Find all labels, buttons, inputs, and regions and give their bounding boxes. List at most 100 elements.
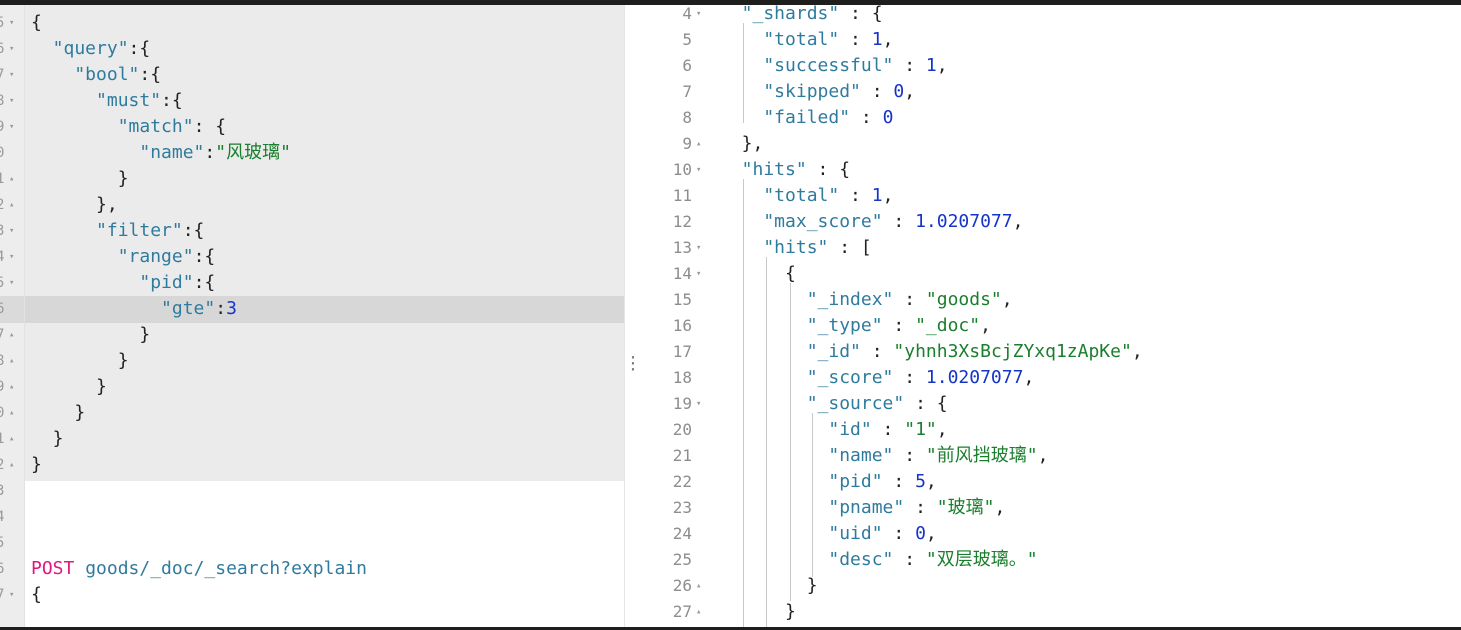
token-pun: }, (720, 133, 764, 154)
token-pun: , (882, 185, 894, 206)
code-text[interactable]: } (31, 322, 150, 348)
request-line[interactable]: 5 ▾ { (0, 10, 624, 36)
fold-collapse-icon[interactable]: ▾ (9, 218, 14, 244)
fold-expand-icon[interactable]: ▴ (696, 573, 701, 599)
token-pun: } (31, 350, 129, 371)
fold-expand-icon[interactable]: ▴ (9, 348, 14, 374)
fold-expand-icon[interactable]: ▴ (696, 131, 701, 157)
code-text[interactable]: "name":"风玻璃" (31, 140, 291, 166)
fold-collapse-icon[interactable]: ▾ (9, 582, 14, 608)
code-text[interactable]: "must":{ (31, 88, 183, 114)
request-editor[interactable]: 5 ▾{6 ▾ "query":{7 ▾ "bool":{8 ▾ "must":{9 ▾ … (0, 5, 624, 627)
line-number: 8 (0, 93, 5, 109)
code-text[interactable]: } (31, 452, 42, 478)
fold-expand-icon[interactable]: ▴ (9, 192, 14, 218)
request-line[interactable]: 6 POST goods/_doc/_search?explain (0, 556, 624, 582)
code-text[interactable]: POST goods/_doc/_search?explain (31, 556, 367, 582)
token-num: 1 (925, 55, 937, 76)
code-text[interactable]: "range":{ (31, 244, 216, 270)
code-text: { (720, 261, 796, 287)
code-text[interactable]: } (31, 374, 107, 400)
code-text[interactable]: "query":{ (31, 36, 151, 62)
fold-collapse-icon[interactable]: ▾ (696, 261, 701, 287)
fold-expand-icon[interactable]: ▴ (9, 374, 14, 400)
pane-resize-divider[interactable] (624, 5, 645, 627)
code-text[interactable]: "bool":{ (31, 62, 161, 88)
fold-collapse-icon[interactable]: ▾ (9, 36, 14, 62)
token-key: "_score" (720, 367, 894, 388)
token-pun: :{ (139, 64, 162, 85)
fold-collapse-icon[interactable]: ▾ (9, 114, 14, 140)
code-text[interactable]: { (31, 582, 42, 608)
request-line[interactable]: 2 ▴} (0, 452, 624, 478)
fold-collapse-icon[interactable]: ▾ (9, 62, 14, 88)
token-str: "1" (904, 419, 937, 440)
fold-collapse-icon[interactable]: ▾ (696, 157, 701, 183)
request-line[interactable]: 4 (0, 504, 624, 530)
response-line: 8 "failed" : 0 (644, 105, 1461, 131)
code-text[interactable]: }, (31, 192, 118, 218)
request-line[interactable]: 0 "name":"风玻璃" (0, 140, 624, 166)
line-number: 5 (0, 275, 5, 291)
request-line[interactable]: 4 ▾ "range":{ (0, 244, 624, 270)
request-line[interactable]: 9 ▾ "match": { (0, 114, 624, 140)
fold-expand-icon[interactable]: ▴ (9, 400, 14, 426)
request-line[interactable]: 0 ▴ } (0, 400, 624, 426)
response-line: 12 "max_score" : 1.0207077, (644, 209, 1461, 235)
request-line[interactable]: 7 ▾ "bool":{ (0, 62, 624, 88)
token-pun: : (893, 367, 926, 388)
token-key: "pid" (31, 272, 194, 293)
fold-collapse-icon[interactable]: ▾ (9, 88, 14, 114)
request-line[interactable]: 1 ▴ } (0, 166, 624, 192)
token-str: "双层玻璃。" (925, 549, 1038, 570)
fold-collapse-icon[interactable]: ▾ (696, 235, 701, 261)
fold-expand-icon[interactable]: ▴ (9, 426, 14, 452)
code-text[interactable]: "gte":3 (31, 296, 237, 322)
line-number: 24 (672, 524, 692, 543)
token-pun: : { (839, 5, 883, 24)
request-line[interactable]: 7 ▴ } (0, 322, 624, 348)
request-line[interactable]: 8 ▴ } (0, 348, 624, 374)
token-key: "range" (31, 246, 194, 267)
drag-handle-icon[interactable]: · · · (628, 350, 638, 378)
request-line[interactable]: 9 ▴ } (0, 374, 624, 400)
fold-expand-icon[interactable]: ▴ (9, 166, 14, 192)
code-text[interactable]: "filter":{ (31, 218, 204, 244)
request-line[interactable]: 3 (0, 478, 624, 504)
code-text: }, (720, 131, 764, 157)
request-line[interactable]: 8 ▾ "must":{ (0, 88, 624, 114)
code-text[interactable]: } (31, 400, 85, 426)
request-line[interactable]: 7 ▾ { (0, 582, 624, 608)
code-text[interactable]: "match": { (31, 114, 226, 140)
request-line[interactable]: 2 ▴ }, (0, 192, 624, 218)
code-text[interactable]: "pid":{ (31, 270, 215, 296)
request-line[interactable]: 5 ▾ "pid":{ (0, 270, 624, 296)
fold-collapse-icon[interactable]: ▾ (9, 244, 14, 270)
fold-collapse-icon[interactable]: ▾ (696, 5, 701, 27)
code-text[interactable]: { (31, 10, 42, 36)
token-str: "yhnh3XsBcjZYxq1zApKe" (893, 341, 1132, 362)
fold-expand-icon[interactable]: ▴ (9, 452, 14, 478)
code-text[interactable]: } (31, 348, 129, 374)
request-line[interactable]: 6 ▾ "query":{ (0, 36, 624, 62)
code-text[interactable]: } (31, 166, 129, 192)
request-line[interactable]: 3 ▾ "filter":{ (0, 218, 624, 244)
request-line[interactable]: 1 ▴ } (0, 426, 624, 452)
response-line: 5 "total" : 1, (644, 27, 1461, 53)
token-key: "filter" (31, 220, 183, 241)
fold-expand-icon[interactable]: ▴ (696, 599, 701, 625)
line-number: 9 (0, 379, 5, 395)
fold-collapse-icon[interactable]: ▾ (9, 10, 14, 36)
response-line: 4 ▾ "_shards" : { (644, 5, 1461, 27)
response-line: 22 "pid" : 5, (644, 469, 1461, 495)
request-line[interactable]: 6 "gte":3 (0, 296, 624, 322)
request-line[interactable]: 5 (0, 530, 624, 556)
code-text[interactable]: } (31, 426, 64, 452)
fold-collapse-icon[interactable]: ▾ (696, 391, 701, 417)
fold-collapse-icon[interactable]: ▾ (9, 270, 14, 296)
response-line: 23 "pname" : "玻璃", (644, 495, 1461, 521)
line-number: 4 (682, 5, 692, 23)
token-url: goods/_doc/_search?explain (74, 558, 367, 579)
fold-expand-icon[interactable]: ▴ (9, 322, 14, 348)
token-pun: : (882, 471, 916, 492)
